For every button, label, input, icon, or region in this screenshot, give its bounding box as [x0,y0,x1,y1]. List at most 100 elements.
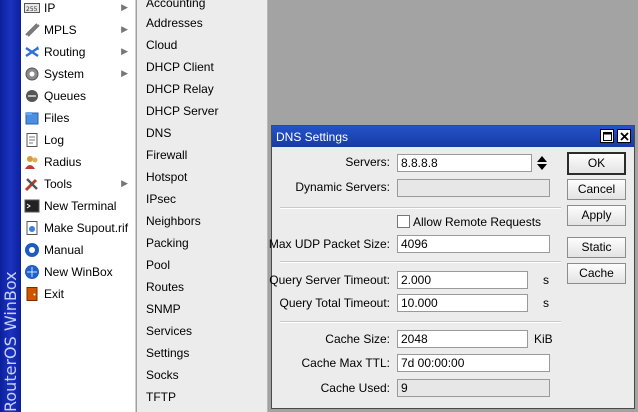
query-server-timeout-label: Query Server Timeout: [269,273,390,287]
submenu-item-services[interactable]: Services [137,320,267,342]
log-icon [24,132,40,148]
menu-item-tools[interactable]: Tools ▶ [21,173,136,195]
menu-item-mpls[interactable]: MPLS ▶ [21,19,136,41]
static-button[interactable]: Static [567,237,626,258]
submenu-arrow-icon: ▶ [121,2,128,12]
menu-item-files[interactable]: Files [21,107,136,129]
menu-item-label: Exit [44,287,65,301]
cache-used-label: Cache Used: [320,381,390,395]
svg-text:255: 255 [26,6,38,13]
menu-item-routing[interactable]: Routing ▶ [21,41,136,63]
menu-item-label: Make Supout.rif [44,221,129,235]
manual-icon [24,242,40,258]
system-gear-icon [24,66,40,82]
mpls-icon [24,22,40,38]
allow-remote-requests-label: Allow Remote Requests [413,215,542,229]
max-udp-packet-size-field[interactable]: 4096 [397,235,550,253]
query-server-timeout-field[interactable]: 2.000 [397,271,528,289]
menu-item-label: Queues [44,89,87,103]
submenu-arrow-icon: ▶ [121,68,128,78]
winbox-icon [24,264,40,280]
menu-item-system[interactable]: System ▶ [21,63,136,85]
menu-item-label: System [44,67,85,81]
close-icon [619,131,629,141]
dialog-titlebar[interactable]: DNS Settings [272,126,634,147]
menu-item-label: Manual [44,243,84,257]
cancel-button[interactable]: Cancel [567,179,626,200]
submenu-item-cloud[interactable]: Cloud [137,34,267,56]
radius-icon [24,154,40,170]
menu-item-label: New WinBox [44,265,113,279]
menu-item-exit[interactable]: Exit [21,283,136,305]
submenu-arrow-icon: ▶ [121,24,128,34]
ok-button[interactable]: OK [567,152,626,175]
submenu-item-dhcp-client[interactable]: DHCP Client [137,56,267,78]
submenu-item-dhcp-server[interactable]: DHCP Server [137,100,267,122]
menu-item-label: Radius [44,155,82,169]
separator [280,321,561,323]
main-menu: 255 IP ▶ MPLS ▶ Routing ▶ System ▶ Queue… [21,0,136,412]
maximize-button[interactable] [600,129,614,143]
submenu-item-hotspot[interactable]: Hotspot [137,166,267,188]
menu-item-ip[interactable]: 255 IP ▶ [21,0,136,19]
query-total-timeout-field[interactable]: 10.000 [397,294,528,312]
submenu-item-dhcp-relay[interactable]: DHCP Relay [137,78,267,100]
menu-item-label: Routing [44,45,86,59]
brand-strip: RouterOS WinBox [0,0,21,412]
menu-item-label: IP [44,1,56,15]
menu-item-label: Tools [44,177,73,191]
submenu-item-ipsec[interactable]: IPsec [137,188,267,210]
cache-max-ttl-label: Cache Max TTL: [301,356,390,370]
separator [280,261,561,263]
files-icon [24,110,40,126]
submenu-arrow-icon: ▶ [121,46,128,56]
exit-icon [24,286,40,302]
queues-icon [24,88,40,104]
close-button[interactable] [617,129,631,143]
query-total-timeout-label: Query Total Timeout: [279,296,391,310]
seconds-unit: s [543,273,549,287]
seconds-unit: s [543,296,549,310]
menu-item-log[interactable]: Log [21,129,136,151]
submenu-item-tftp[interactable]: TFTP [137,386,267,408]
servers-field[interactable]: 8.8.8.8 [397,154,532,172]
servers-updown-icon[interactable] [536,155,548,171]
tools-icon [24,176,40,192]
submenu-item-packing[interactable]: Packing [137,232,267,254]
allow-remote-requests-checkbox[interactable] [397,215,410,228]
ip-icon: 255 [24,0,40,16]
submenu-item-addresses[interactable]: Addresses [137,12,267,34]
cache-max-ttl-field[interactable]: 7d 00:00:00 [397,354,550,372]
apply-button[interactable]: Apply [567,205,626,226]
dynamic-servers-field [397,179,550,197]
submenu-item-firewall[interactable]: Firewall [137,144,267,166]
terminal-icon [24,198,40,214]
brand-text: RouterOS WinBox [1,271,20,412]
submenu-item-snmp[interactable]: SNMP [137,298,267,320]
menu-item-make-supout[interactable]: Make Supout.rif [21,217,136,239]
menu-item-new-terminal[interactable]: New Terminal [21,195,136,217]
submenu-item-socks[interactable]: Socks [137,364,267,386]
cache-size-unit: KiB [534,332,553,346]
submenu-item-dns[interactable]: DNS [137,122,267,144]
menu-item-queues[interactable]: Queues [21,85,136,107]
submenu-item-settings[interactable]: Settings [137,342,267,364]
menu-item-new-winbox[interactable]: New WinBox [21,261,136,283]
ip-submenu: Accounting Addresses Cloud DHCP Client D… [137,0,268,412]
cache-button[interactable]: Cache [567,263,626,284]
cache-size-field[interactable]: 2048 [397,330,528,348]
menu-item-label: Log [44,133,65,147]
menu-item-manual[interactable]: Manual [21,239,136,261]
cache-size-label: Cache Size: [325,332,390,346]
cache-used-field: 9 [397,379,550,397]
servers-label: Servers: [345,155,390,169]
submenu-item-routes[interactable]: Routes [137,276,267,298]
menu-item-radius[interactable]: Radius [21,151,136,173]
separator [280,207,561,209]
menu-item-label: MPLS [44,23,77,37]
dialog-title: DNS Settings [276,130,349,144]
submenu-item-pool[interactable]: Pool [137,254,267,276]
submenu-item-neighbors[interactable]: Neighbors [137,210,267,232]
dynamic-servers-label: Dynamic Servers: [295,180,390,194]
routing-icon [24,44,40,60]
